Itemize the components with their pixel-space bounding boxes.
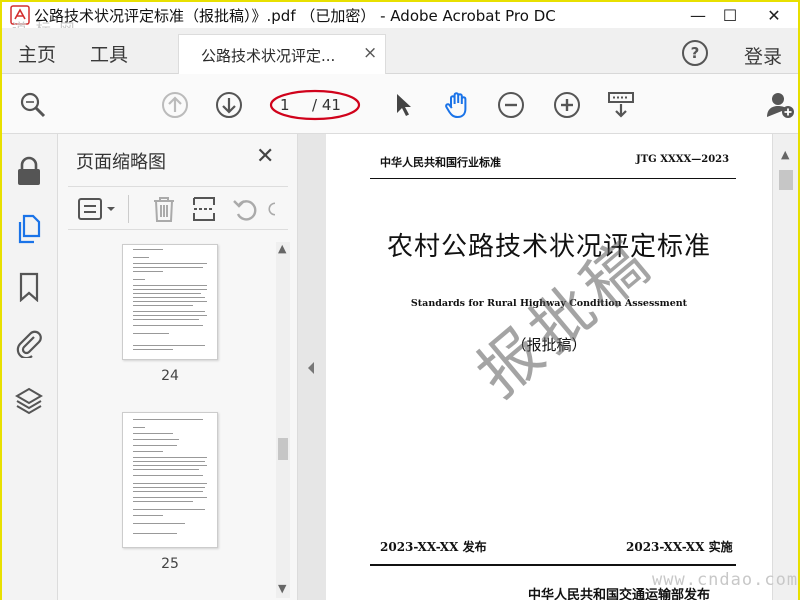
prev-page-icon[interactable] <box>160 90 190 120</box>
document-viewport: 中华人民共和国行业标准 JTG XXXX—2023 农村公路技术状况评定标准 S… <box>298 134 772 600</box>
left-icon-rail <box>2 134 58 600</box>
page-thumbnails-icon[interactable] <box>14 214 44 244</box>
document-title: 农村公路技术状况评定标准 <box>386 232 711 262</box>
page-number-input[interactable] <box>280 94 304 116</box>
pdf-page: 中华人民共和国行业标准 JTG XXXX—2023 农村公路技术状况评定标准 S… <box>326 134 772 600</box>
footer-rule <box>370 564 736 566</box>
zoom-out-icon[interactable] <box>496 90 526 120</box>
issue-date: 2023-XX-XX 发布 <box>380 540 487 554</box>
close-panel-icon[interactable]: ✕ <box>256 144 274 169</box>
search-zoom-icon[interactable] <box>18 90 48 120</box>
collapse-panel-icon[interactable] <box>306 360 316 379</box>
tab-home[interactable]: 主页 <box>18 40 56 67</box>
scroll-up-icon[interactable]: ▲ <box>278 242 286 255</box>
close-tab-icon[interactable]: × <box>363 43 377 63</box>
thumbnail-page[interactable] <box>122 244 218 360</box>
lock-icon[interactable] <box>14 156 44 186</box>
thumbnails-panel: 页面缩略图 ✕ 24 25 ▲ ▼ <box>58 134 298 600</box>
header-left: 中华人民共和国行业标准 <box>380 156 501 169</box>
thumbnail-toolbar <box>68 186 288 230</box>
page-navigator: / 41 <box>269 89 361 121</box>
add-user-icon[interactable] <box>766 90 796 120</box>
document-tab-label: 公路技术状况评定... <box>201 47 336 65</box>
delete-page-icon[interactable] <box>150 195 178 223</box>
help-icon[interactable]: ? <box>682 40 708 66</box>
scroll-up-icon[interactable]: ▲ <box>781 148 789 161</box>
main-toolbar: / 41 <box>2 74 798 134</box>
marquee-zoom-icon[interactable] <box>606 90 636 120</box>
site-watermark-url: www.cndao.com <box>652 570 799 590</box>
header-right: JTG XXXX—2023 <box>636 154 730 165</box>
tab-bar: 主页 工具 公路技术状况评定... × ? 登录 <box>2 28 798 74</box>
bookmark-icon[interactable] <box>14 272 44 302</box>
thumbnail-page[interactable] <box>122 412 218 548</box>
hand-tool-icon[interactable] <box>442 90 472 120</box>
thumbnail-page-number: 25 <box>161 556 179 572</box>
close-window-button[interactable]: ✕ <box>754 2 794 28</box>
implement-date: 2023-XX-XX 实施 <box>626 540 733 554</box>
title-bar: 公路技术状况评定标准（报批稿）》.pdf （已加密） - Adobe Acrob… <box>2 2 798 28</box>
rotate-right-icon[interactable] <box>266 195 284 223</box>
extract-page-icon[interactable] <box>190 195 218 223</box>
thumbnail-page-number: 24 <box>161 368 179 384</box>
header-rule <box>370 178 736 179</box>
attachment-icon[interactable] <box>14 328 44 358</box>
scroll-down-icon[interactable]: ▼ <box>278 582 286 595</box>
scrollbar-thumb[interactable] <box>278 438 288 460</box>
toolbar-divider <box>128 195 129 223</box>
scrollbar-thumb[interactable] <box>779 170 793 190</box>
login-button[interactable]: 登录 <box>744 42 782 69</box>
zoom-in-icon[interactable] <box>552 90 582 120</box>
tab-document[interactable]: 公路技术状况评定... × <box>178 34 386 74</box>
layers-icon[interactable] <box>14 386 44 416</box>
rotate-left-icon[interactable] <box>232 195 260 223</box>
select-cursor-icon[interactable] <box>388 90 418 120</box>
thumbnail-options-icon[interactable] <box>76 195 120 223</box>
maximize-button[interactable]: ☐ <box>710 2 750 28</box>
next-page-icon[interactable] <box>214 90 244 120</box>
document-scrollbar[interactable]: ▲ <box>772 134 798 600</box>
panel-title: 页面缩略图 <box>76 152 166 173</box>
page-total: / 41 <box>312 96 341 114</box>
tab-tools[interactable]: 工具 <box>90 40 128 67</box>
thumbnail-scrollbar[interactable]: ▲ ▼ <box>276 242 290 598</box>
window-title: 公路技术状况评定标准（报批稿）》.pdf （已加密） - Adobe Acrob… <box>34 7 556 25</box>
